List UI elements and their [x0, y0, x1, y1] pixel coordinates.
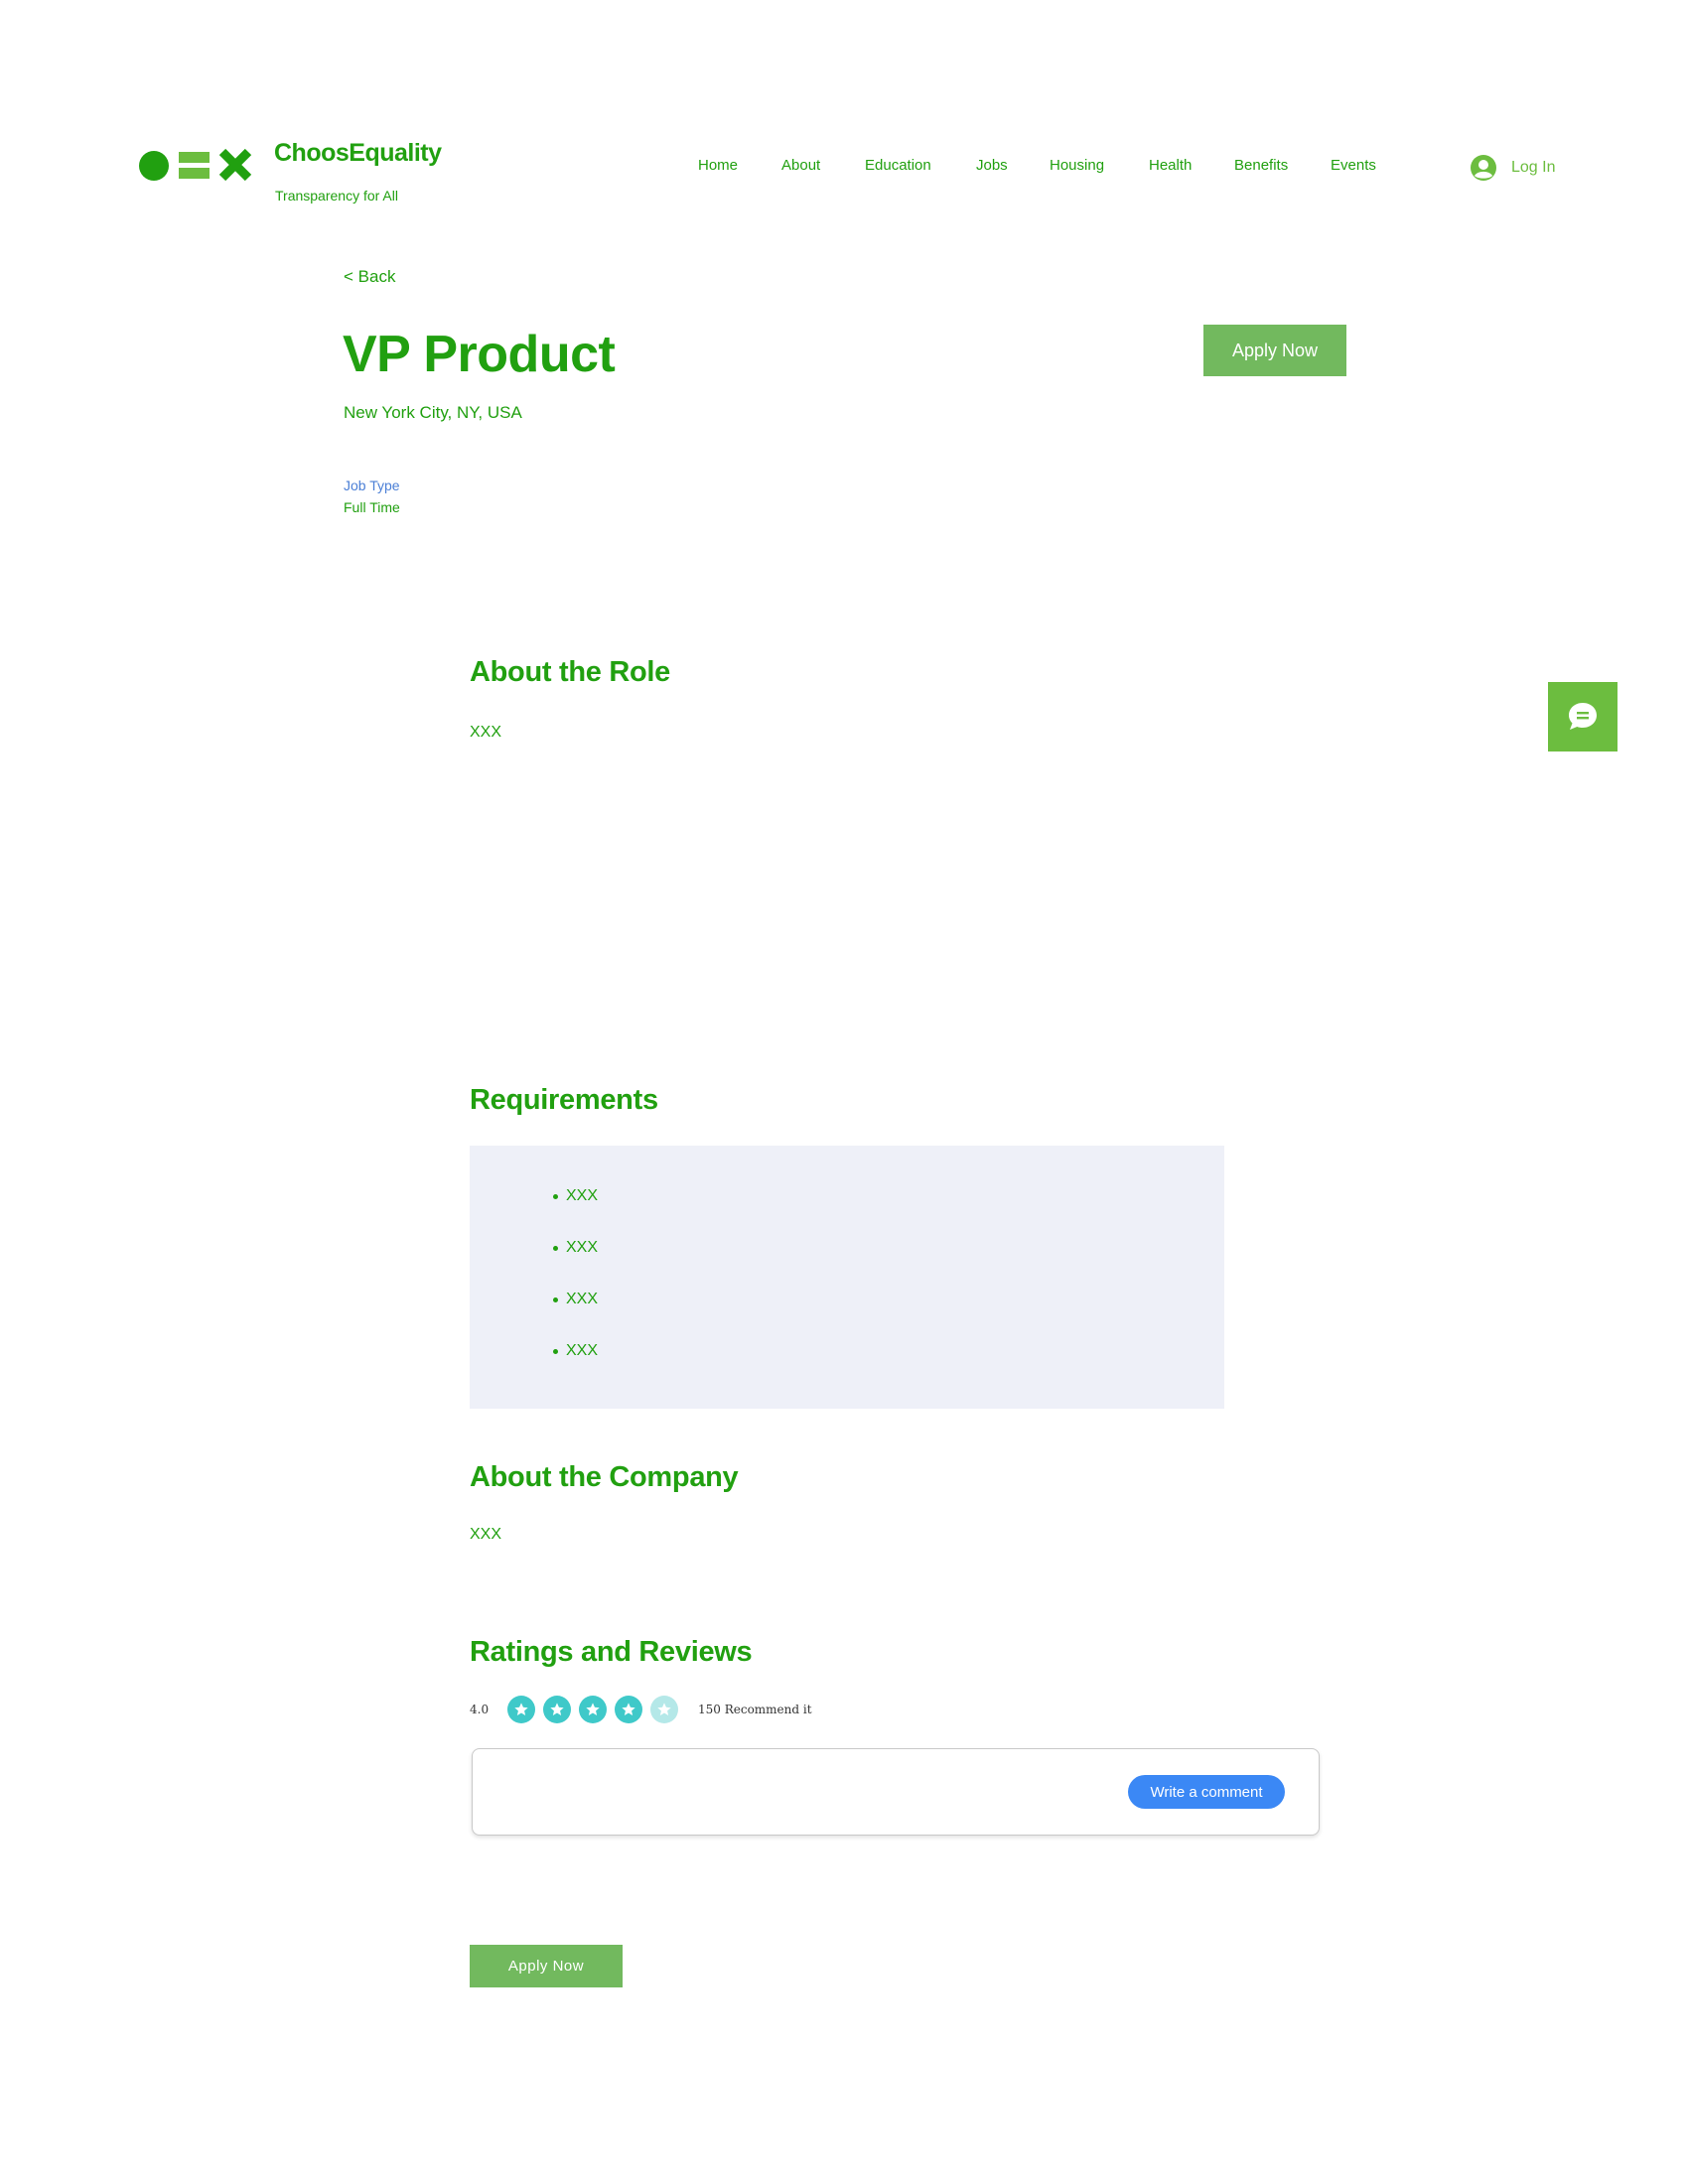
about-role-title: About the Role: [470, 656, 671, 688]
chat-button[interactable]: [1548, 682, 1618, 751]
bullet-icon: [553, 1245, 558, 1251]
write-comment-button[interactable]: Write a comment: [1128, 1775, 1285, 1809]
about-role-text: XXX: [470, 724, 502, 741]
rating-score: 4.0: [470, 1703, 490, 1716]
about-company-title: About the Company: [470, 1461, 739, 1493]
nav-item-events[interactable]: Events: [1331, 157, 1376, 174]
comment-box: Write a comment: [472, 1748, 1320, 1836]
bullet-icon: [553, 1297, 558, 1302]
requirements-title: Requirements: [470, 1084, 658, 1116]
rating-summary: 4.0 150 Recommend it: [470, 1696, 812, 1723]
nav-item-benefits[interactable]: Benefits: [1234, 157, 1288, 174]
star-icon[interactable]: [543, 1696, 571, 1723]
requirement-item: XXX: [553, 1187, 598, 1205]
job-location: New York City, NY, USA: [344, 403, 522, 422]
nav-item-home[interactable]: Home: [698, 157, 738, 174]
login-label: Log In: [1511, 159, 1556, 176]
requirement-item: XXX: [553, 1239, 598, 1257]
job-title: VP Product: [343, 326, 616, 383]
brand-tagline: Transparency for All: [275, 188, 398, 204]
ratings-title: Ratings and Reviews: [470, 1636, 753, 1668]
logo-x-icon[interactable]: [218, 148, 252, 182]
recommend-count: 150 Recommend it: [698, 1703, 812, 1716]
login-button[interactable]: Log In: [1470, 152, 1555, 184]
user-avatar-icon: [1471, 155, 1496, 181]
nav-item-health[interactable]: Health: [1149, 157, 1192, 174]
nav-item-about[interactable]: About: [781, 157, 820, 174]
star-icon[interactable]: [615, 1696, 642, 1723]
requirement-item: XXX: [553, 1291, 598, 1308]
logo-circle-icon[interactable]: [139, 151, 169, 181]
star-empty-icon[interactable]: [650, 1696, 678, 1723]
bullet-icon: [553, 1348, 558, 1354]
back-link[interactable]: < Back: [344, 267, 395, 287]
apply-now-button-bottom[interactable]: Apply Now: [470, 1945, 623, 1987]
star-icon[interactable]: [579, 1696, 607, 1723]
job-type-value: Full Time: [344, 499, 400, 515]
logo-equals-icon[interactable]: [179, 152, 210, 163]
nav-item-jobs[interactable]: Jobs: [976, 157, 1008, 174]
requirements-list: XXX XXX XXX XXX: [470, 1146, 1224, 1409]
bullet-icon: [553, 1193, 558, 1199]
apply-now-button[interactable]: Apply Now: [1203, 325, 1346, 376]
logo-equals-icon-lower-bar[interactable]: [179, 168, 210, 179]
star-icon[interactable]: [507, 1696, 535, 1723]
nav-item-housing[interactable]: Housing: [1050, 157, 1104, 174]
job-type-label: Job Type: [344, 478, 400, 493]
requirement-item: XXX: [553, 1342, 598, 1360]
nav-item-education[interactable]: Education: [865, 157, 931, 174]
brand-name[interactable]: ChoosEquality: [274, 139, 442, 168]
about-company-text: XXX: [470, 1526, 502, 1543]
chat-bubble-icon: [1569, 703, 1597, 730]
